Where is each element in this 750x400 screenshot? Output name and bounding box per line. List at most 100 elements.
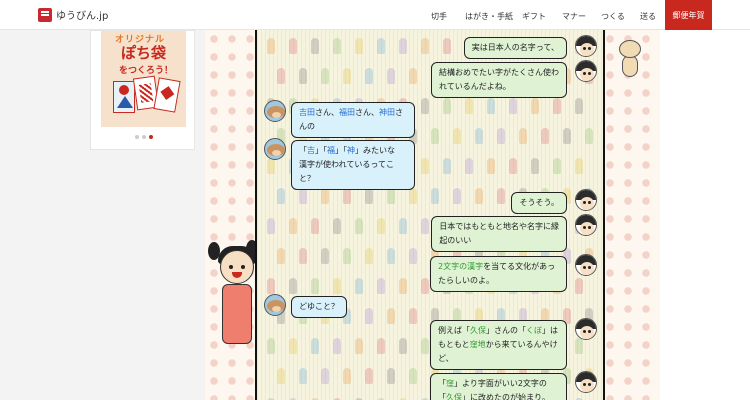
- person-figure: [333, 218, 341, 234]
- person-figure: [311, 278, 319, 294]
- person-figure: [421, 98, 429, 114]
- person-figure: [387, 368, 395, 384]
- chat-bubble-left: どゆこと？: [291, 296, 347, 318]
- message-text: さん、: [315, 108, 339, 117]
- nav-item-postcards[interactable]: はがき・手紙: [465, 11, 513, 22]
- boy-avatar: [575, 254, 597, 276]
- logo-text: ゆうびん.jp: [56, 11, 109, 22]
- site-header: ゆうびん.jp 切手 はがき・手紙 ギフト マナー つくる 送る 郵便年賀: [0, 0, 750, 30]
- person-figure: [267, 278, 275, 294]
- person-figure: [355, 218, 363, 234]
- person-figure: [343, 248, 351, 264]
- carousel-dot-active[interactable]: [149, 135, 153, 139]
- chat-bubble-right: 「窪」より字面がいい2文字の 「久保」に改めたのが始まり。: [430, 373, 567, 400]
- message-text: どゆこと？: [299, 302, 339, 311]
- envelope-fuji-icon: [113, 81, 135, 113]
- dog-avatar: [264, 100, 286, 122]
- person-figure: [541, 128, 549, 144]
- chat-bubble-right: 日本ではもともと地名や名字に縁 起のいい: [431, 216, 567, 252]
- person-figure: [333, 38, 341, 54]
- carousel-dots: [135, 135, 153, 139]
- person-figure: [575, 338, 583, 354]
- person-figure: [365, 248, 373, 264]
- message-text: 「: [438, 379, 446, 388]
- person-figure: [289, 338, 297, 354]
- person-figure: [267, 38, 275, 54]
- boy-avatar: [575, 371, 597, 393]
- person-figure: [311, 338, 319, 354]
- chat-bubble-left: 「吉」「福」「神」みたいな 漢字が使われているってこ と？: [291, 140, 415, 190]
- person-figure: [421, 278, 429, 294]
- highlighted-text: 吉田: [299, 108, 315, 117]
- person-figure: [443, 98, 451, 114]
- chat-bubble-right: 例えば「久保」さんの「くぼ」は もともと窪地から来ているんやけ ど、: [430, 320, 567, 370]
- person-figure: [431, 188, 439, 204]
- person-figure: [465, 158, 473, 174]
- message-text: 実は日本人の名字って、: [471, 43, 559, 52]
- boy-avatar: [575, 35, 597, 57]
- person-figure: [311, 38, 319, 54]
- person-figure: [553, 98, 561, 114]
- person-figure: [509, 98, 517, 114]
- nav-item-create[interactable]: つくる: [601, 11, 625, 22]
- carousel-dot[interactable]: [135, 135, 139, 139]
- nav-item-manners[interactable]: マナー: [562, 11, 586, 22]
- person-figure: [409, 188, 417, 204]
- nav-item-gift[interactable]: ギフト: [522, 11, 546, 22]
- person-figure: [553, 158, 561, 174]
- person-figure: [409, 68, 417, 84]
- person-figure: [365, 308, 373, 324]
- person-figure: [421, 218, 429, 234]
- highlighted-text: 久保: [470, 326, 486, 335]
- highlighted-text: 福田: [339, 108, 355, 117]
- envelope-kite-icon: [153, 77, 181, 113]
- banner-line2: ぽち袋: [121, 44, 167, 62]
- highlighted-text: 吉: [307, 146, 315, 155]
- boy-avatar: [575, 318, 597, 340]
- site-logo[interactable]: ゆうびん.jp: [38, 7, 108, 22]
- nav-item-stamps[interactable]: 切手: [431, 11, 447, 22]
- person-figure: [421, 338, 429, 354]
- message-text: さん、: [355, 108, 379, 117]
- person-figure: [387, 68, 395, 84]
- carousel-dot[interactable]: [142, 135, 146, 139]
- person-figure: [321, 248, 329, 264]
- chat-bubble-right: 結構おめでたい字がたくさん使わ れているんだよね。: [431, 62, 567, 98]
- highlighted-text: 窪地: [469, 340, 486, 349]
- promo-card[interactable]: オリジナル ぽち袋 をつくろう！: [90, 30, 195, 150]
- chat-bubble-right: 実は日本人の名字って、: [463, 37, 567, 59]
- highlighted-text: 2文字の漢字: [438, 262, 484, 271]
- chat-bubble-right: そうそう。: [511, 192, 567, 214]
- message-text: 」さんの「: [486, 326, 526, 335]
- cat-illustration: [615, 40, 645, 80]
- person-figure: [487, 158, 495, 174]
- chat-panel: 実は日本人の名字って、 結構おめでたい字がたくさん使わ れているんだよね。 吉田…: [255, 30, 605, 400]
- person-figure: [343, 188, 351, 204]
- message-text: 起のいい: [439, 236, 472, 245]
- person-figure: [365, 368, 373, 384]
- pochibukuro-banner[interactable]: オリジナル ぽち袋 をつくろう！: [101, 31, 186, 127]
- person-figure: [333, 338, 341, 354]
- person-figure: [399, 218, 407, 234]
- person-figure: [409, 248, 417, 264]
- dog-avatar: [264, 294, 286, 316]
- person-figure: [387, 308, 395, 324]
- person-figure: [575, 278, 583, 294]
- message-text: 例えば「: [438, 326, 470, 335]
- person-figure: [311, 218, 319, 234]
- person-figure: [497, 128, 505, 144]
- person-figure: [321, 368, 329, 384]
- person-figure: [509, 158, 517, 174]
- nav-item-send[interactable]: 送る: [640, 11, 656, 22]
- message-text: 」「: [315, 146, 327, 155]
- person-figure: [387, 248, 395, 264]
- person-figure: [277, 68, 285, 84]
- person-figure: [409, 308, 417, 324]
- person-figure: [453, 188, 461, 204]
- person-figure: [475, 128, 483, 144]
- chat-bubble-right: 2文字の漢字を当てる文化があっ たらしいのよ。: [430, 256, 567, 292]
- person-figure: [277, 368, 285, 384]
- person-figure: [355, 278, 363, 294]
- nenga-button[interactable]: 郵便年賀: [665, 0, 712, 30]
- person-figure: [289, 278, 297, 294]
